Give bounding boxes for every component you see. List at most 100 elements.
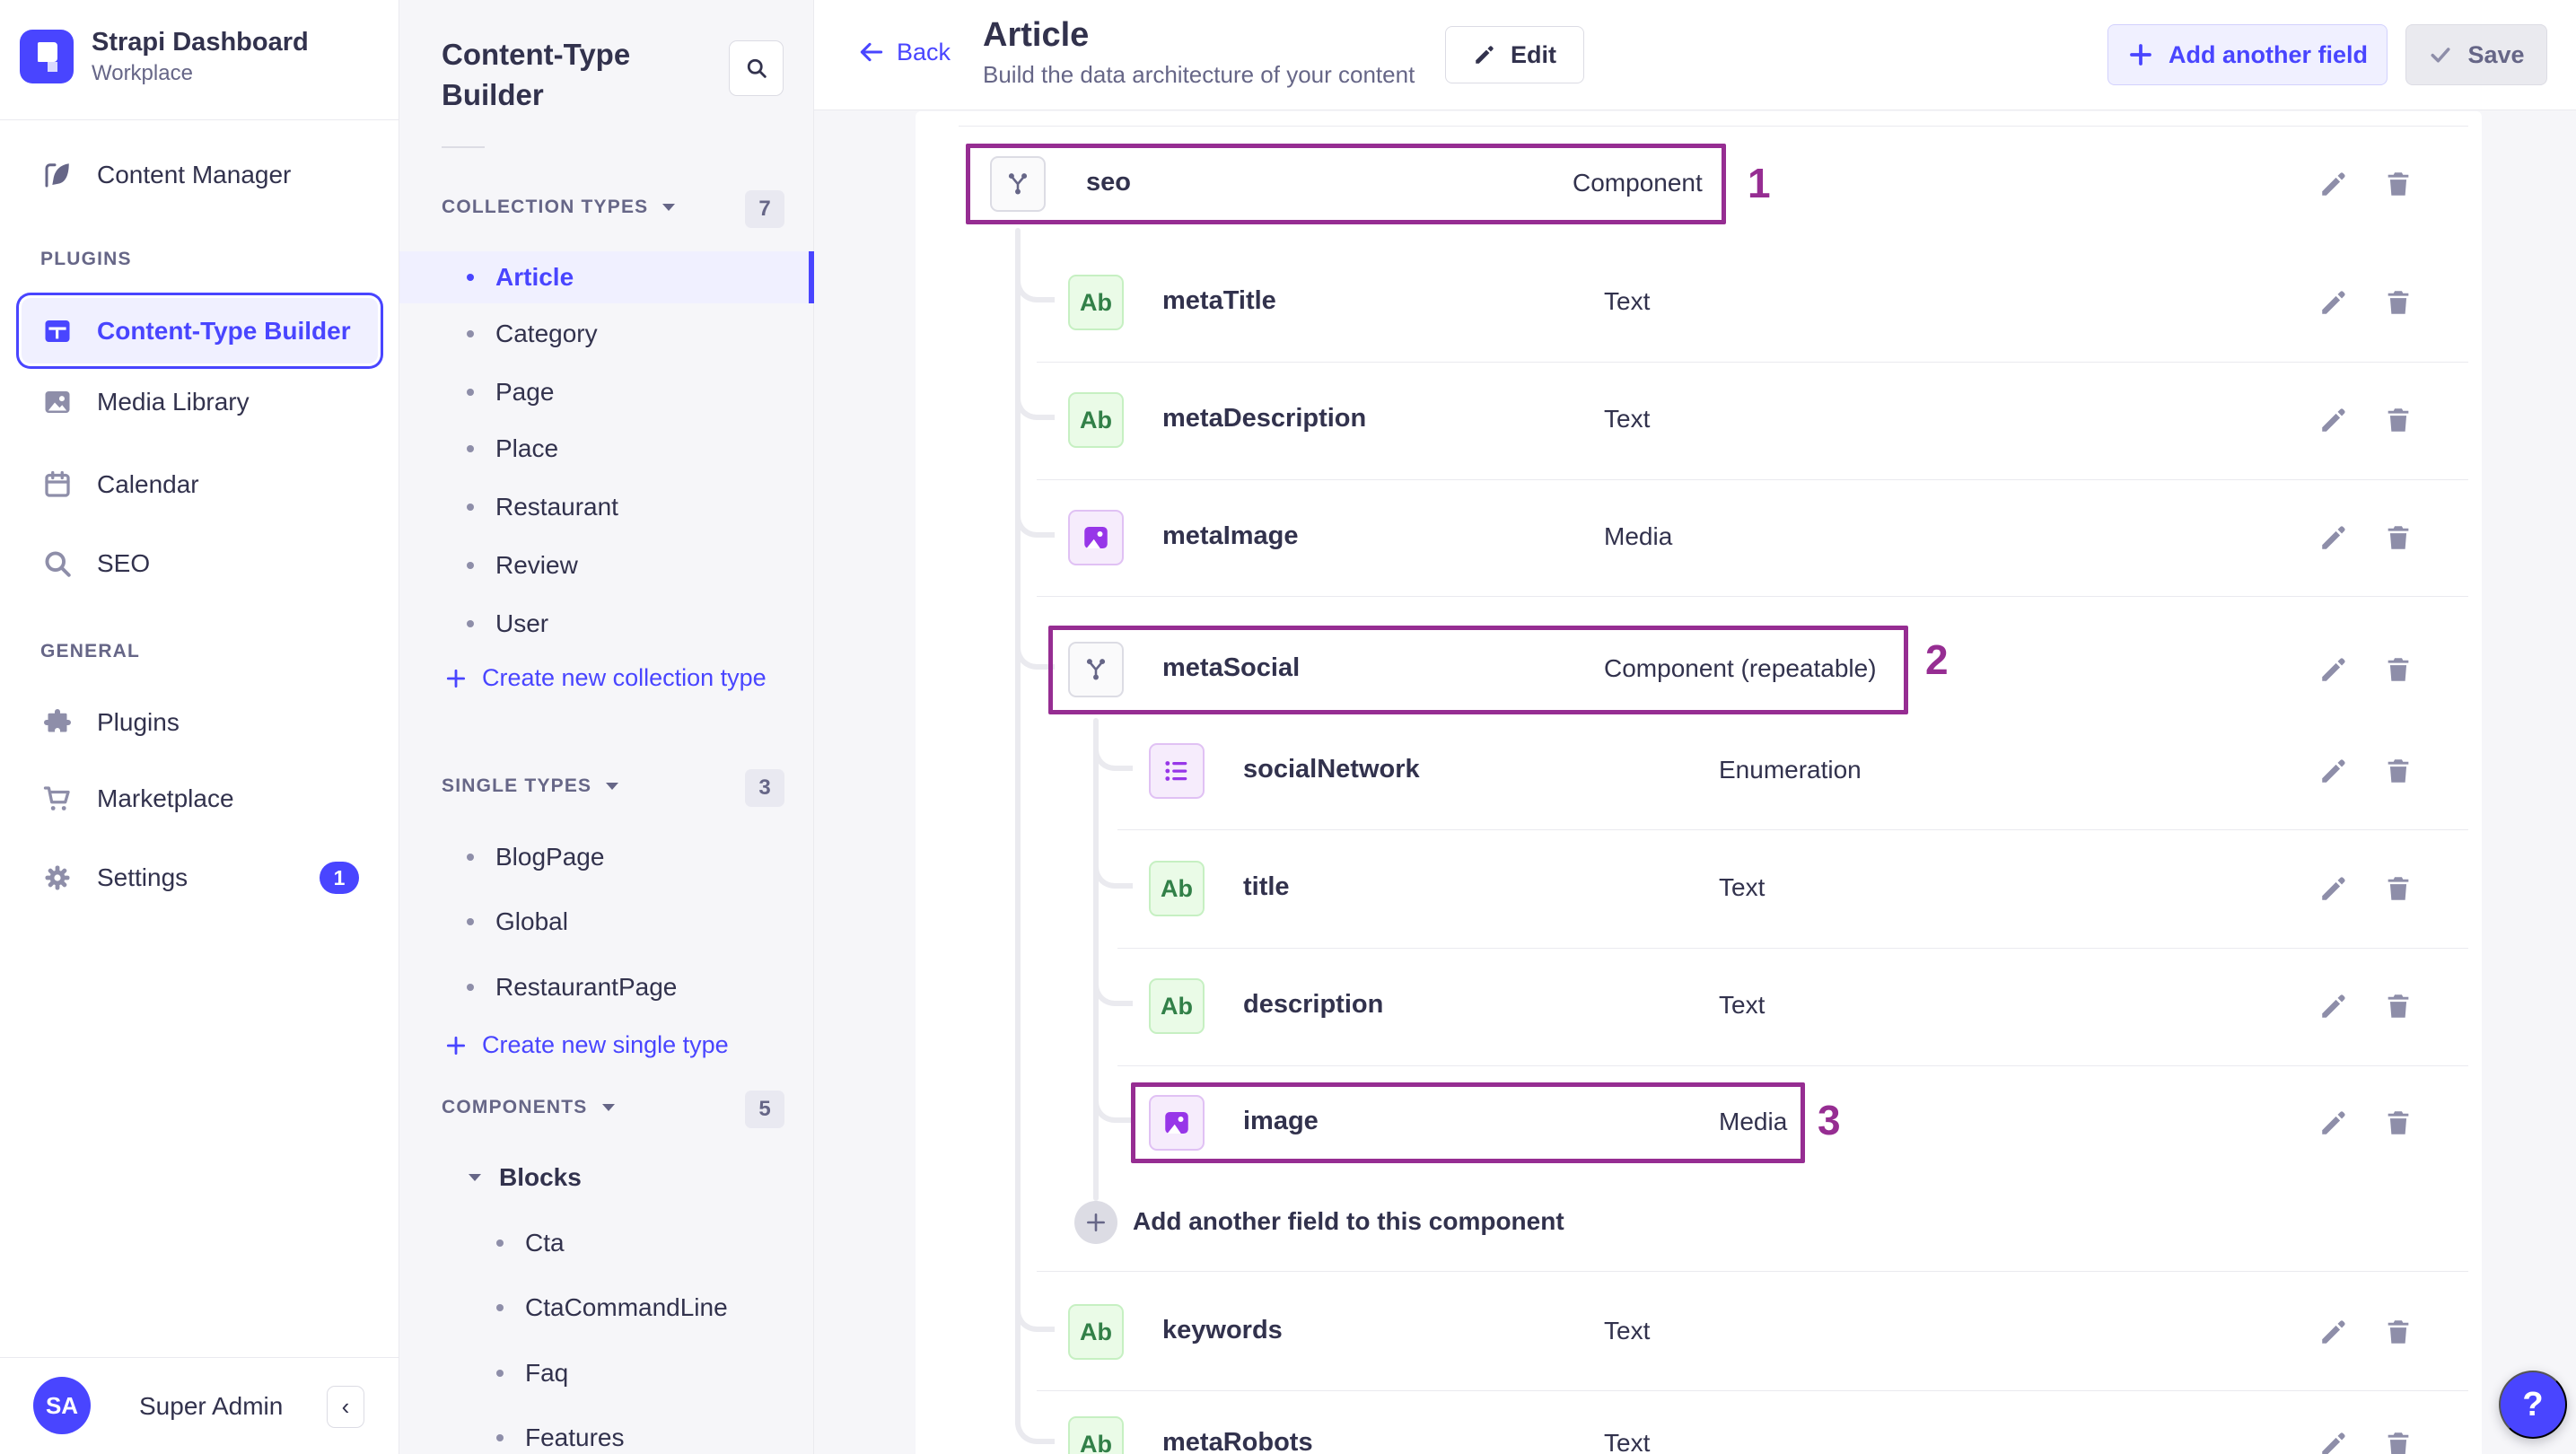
plus-icon — [446, 1036, 466, 1055]
type-label: Article — [495, 263, 574, 291]
collapse-sidebar-button[interactable]: ‹ — [327, 1386, 364, 1428]
create-collection-type-link[interactable]: Create new collection type — [444, 664, 767, 692]
annotation-number-1: 1 — [1748, 160, 1771, 206]
edit-field-button[interactable] — [2318, 1428, 2350, 1454]
collection-types-header[interactable]: COLLECTION TYPES — [442, 197, 677, 218]
nav-label: Content-Type Builder — [97, 316, 351, 345]
field-row-keywords-name: keywords — [1162, 1316, 1283, 1345]
pencil-icon — [2322, 408, 2345, 432]
sidebar-item-marketplace[interactable]: Marketplace — [0, 772, 399, 826]
search-button[interactable] — [729, 40, 784, 96]
sidebar-component-features[interactable]: Features — [399, 1412, 814, 1454]
field-row-image-name: image — [1243, 1107, 1319, 1135]
edit-field-button[interactable] — [2318, 168, 2350, 200]
notification-badge: 1 — [320, 862, 359, 894]
sidebar-collection-type-article[interactable]: Article — [399, 251, 814, 303]
back-link[interactable]: Back — [857, 38, 951, 66]
sidebar-item-content-manager[interactable]: Content Manager — [0, 148, 399, 202]
nav-section-label: PLUGINS — [40, 249, 132, 269]
sidebar-item-calendar[interactable]: Calendar — [0, 458, 399, 512]
bullet-icon — [467, 445, 474, 452]
single-types-header[interactable]: SINGLE TYPES — [442, 775, 620, 797]
sidebar-single-type-blogpage[interactable]: BlogPage — [399, 831, 814, 883]
count-badge: 5 — [745, 1090, 784, 1128]
sidebar-single-type-restaurantpage[interactable]: RestaurantPage — [399, 961, 814, 1013]
type-label: BlogPage — [495, 843, 605, 871]
sidebar-item-content-type-builder[interactable]: Content-Type Builder — [22, 298, 378, 364]
nav-section-label: GENERAL — [40, 641, 141, 661]
sidebar-single-type-global[interactable]: Global — [399, 896, 814, 948]
type-label: Restaurant — [495, 493, 618, 521]
edit-field-button[interactable] — [2318, 286, 2350, 319]
edit-field-button[interactable] — [2318, 872, 2350, 905]
help-button[interactable]: ? — [2499, 1371, 2567, 1439]
bullet-icon — [467, 918, 474, 925]
component-group-blocks[interactable]: Blocks — [467, 1163, 582, 1192]
trash-icon — [2388, 526, 2409, 549]
sidebar-item-seo[interactable]: SEO — [0, 537, 399, 591]
edit-field-button[interactable] — [2318, 990, 2350, 1022]
add-another-field-button[interactable]: Add another field — [2107, 24, 2388, 85]
delete-field-button[interactable] — [2382, 653, 2414, 686]
tree-elbow — [1015, 500, 1055, 538]
delete-field-button[interactable] — [2382, 1428, 2414, 1454]
delete-field-button[interactable] — [2382, 286, 2414, 319]
edit-field-button[interactable] — [2318, 1107, 2350, 1139]
edit-field-button[interactable] — [2318, 755, 2350, 787]
builder-sidebar-title: Content-Type Builder — [442, 38, 631, 111]
field-row-metaImage-type: Media — [1604, 522, 1673, 550]
tree-elbow — [1015, 1294, 1055, 1332]
sidebar-component-faq[interactable]: Faq — [399, 1347, 814, 1399]
delete-field-button[interactable] — [2382, 404, 2414, 436]
add-field-to-component-button[interactable] — [1074, 1201, 1117, 1244]
delete-field-button[interactable] — [2382, 1316, 2414, 1348]
count-badge: 7 — [745, 190, 784, 228]
sidebar-component-ctacommandline[interactable]: CtaCommandLine — [399, 1282, 814, 1334]
bullet-icon — [496, 1239, 504, 1247]
edit-field-button[interactable] — [2318, 404, 2350, 436]
row-divider — [1037, 1390, 2468, 1391]
edit-field-button[interactable] — [2318, 1316, 2350, 1348]
sidebar-item-media-library[interactable]: Media Library — [0, 375, 399, 429]
edit-button[interactable]: Edit — [1445, 26, 1584, 83]
delete-field-button[interactable] — [2382, 990, 2414, 1022]
create-single-type-link[interactable]: Create new single type — [444, 1031, 729, 1059]
trash-icon — [2388, 291, 2409, 314]
nav-label: Calendar — [97, 470, 199, 498]
sidebar-collection-type-page[interactable]: Page — [399, 366, 814, 418]
workspace-brand[interactable]: Strapi Dashboard Workplace — [20, 27, 309, 86]
annotation-number-3: 3 — [1818, 1097, 1841, 1143]
bullet-icon — [467, 274, 474, 281]
sidebar-collection-type-review[interactable]: Review — [399, 539, 814, 591]
tree-elbow — [1093, 733, 1133, 771]
delete-field-button[interactable] — [2382, 755, 2414, 787]
delete-field-button[interactable] — [2382, 1107, 2414, 1139]
sidebar-collection-type-restaurant[interactable]: Restaurant — [399, 481, 814, 533]
components-header[interactable]: COMPONENTS — [442, 1097, 617, 1118]
trash-icon — [2388, 877, 2409, 900]
sidebar-item-plugins[interactable]: Plugins — [0, 696, 399, 749]
trash-icon — [2388, 994, 2409, 1018]
strapi-logo-icon — [20, 30, 74, 83]
delete-field-button[interactable] — [2382, 168, 2414, 200]
delete-field-button[interactable] — [2382, 521, 2414, 554]
sidebar-collection-type-user[interactable]: User — [399, 598, 814, 650]
field-row-description-type: Text — [1719, 991, 1766, 1019]
text-field-icon: Ab — [1068, 275, 1124, 330]
annotation-box-3 — [1131, 1082, 1805, 1163]
sidebar-collection-type-category[interactable]: Category — [399, 308, 814, 360]
add-field-to-component-label[interactable]: Add another field to this component — [1133, 1207, 1564, 1236]
edit-label: Edit — [1511, 40, 1556, 68]
sidebar-collection-type-place[interactable]: Place — [399, 423, 814, 475]
pencil-icon — [2322, 526, 2345, 549]
text-field-icon: Ab — [1068, 392, 1124, 448]
plus-icon — [446, 669, 466, 688]
edit-field-button[interactable] — [2318, 521, 2350, 554]
sidebar-component-cta[interactable]: Cta — [399, 1217, 814, 1269]
nav-label: Media Library — [97, 388, 250, 416]
tree-elbow — [1093, 968, 1133, 1006]
save-button[interactable]: Save — [2405, 24, 2547, 85]
delete-field-button[interactable] — [2382, 872, 2414, 905]
trash-icon — [2388, 1111, 2409, 1134]
edit-field-button[interactable] — [2318, 653, 2350, 686]
